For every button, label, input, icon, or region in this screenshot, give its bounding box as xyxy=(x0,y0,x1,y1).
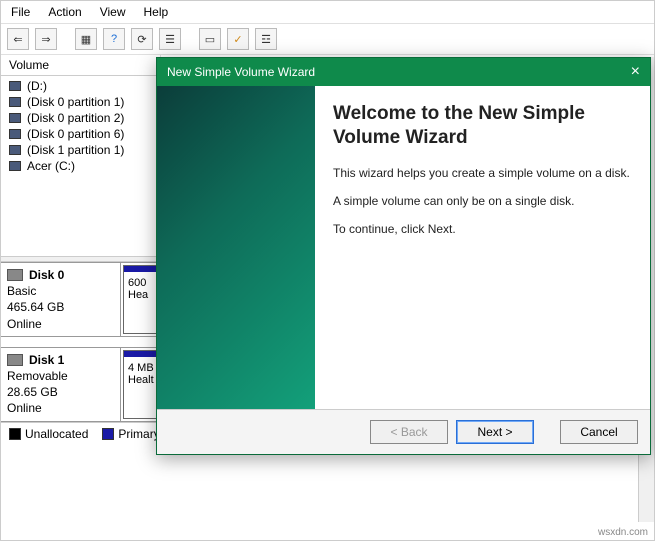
details-icon[interactable]: ☲ xyxy=(255,28,277,50)
toolbar: ⇐ ⇒ ▦ ? ⟳ ☰ ▭ ✓ ☲ xyxy=(1,23,654,55)
forward-button[interactable]: ⇒ xyxy=(35,28,57,50)
menu-help[interactable]: Help xyxy=(144,5,169,19)
next-button[interactable]: Next > xyxy=(456,420,534,444)
partition[interactable]: 4 MB Healt xyxy=(123,350,157,419)
disk-size: 28.65 GB xyxy=(7,384,114,400)
disk-type: Removable xyxy=(7,368,114,384)
disk-info: Disk 1 Removable 28.65 GB Online xyxy=(1,348,121,421)
volume-icon xyxy=(9,145,21,155)
watermark: wsxdn.com xyxy=(598,527,648,538)
menubar: File Action View Help xyxy=(1,1,654,23)
disk-icon xyxy=(7,269,23,281)
wizard-content: Welcome to the New Simple Volume Wizard … xyxy=(315,86,650,409)
wizard-titlebar[interactable]: New Simple Volume Wizard × xyxy=(157,58,650,86)
swatch-primary-icon xyxy=(102,428,114,440)
menu-file[interactable]: File xyxy=(11,5,30,19)
partition-size: 4 MB xyxy=(128,362,152,374)
partition[interactable]: 600 Hea xyxy=(123,265,159,334)
wizard-sidebar-image xyxy=(157,86,315,409)
back-button[interactable]: ⇐ xyxy=(7,28,29,50)
volume-icon xyxy=(9,113,21,123)
wizard-button-row: < Back Next > Cancel xyxy=(157,409,650,454)
volume-label: Acer (C:) xyxy=(27,159,75,173)
menu-action[interactable]: Action xyxy=(48,5,81,19)
disk-status: Online xyxy=(7,316,114,332)
volume-label: (Disk 0 partition 1) xyxy=(27,95,124,109)
back-button: < Back xyxy=(370,420,448,444)
disk-size: 465.64 GB xyxy=(7,299,114,315)
volume-icon xyxy=(9,161,21,171)
check-icon[interactable]: ✓ xyxy=(227,28,249,50)
list-view-icon[interactable]: ▭ xyxy=(199,28,221,50)
wizard-title: New Simple Volume Wizard xyxy=(167,65,315,79)
disk-type: Basic xyxy=(7,283,114,299)
wizard-text: To continue, click Next. xyxy=(333,222,632,236)
partition-label: Healt xyxy=(128,374,154,386)
menu-view[interactable]: View xyxy=(100,5,126,19)
properties-icon[interactable]: ☰ xyxy=(159,28,181,50)
cancel-button[interactable]: Cancel xyxy=(560,420,638,444)
legend-unallocated: Unallocated xyxy=(9,427,88,441)
wizard-body: Welcome to the New Simple Volume Wizard … xyxy=(157,86,650,409)
refresh-icon[interactable]: ⟳ xyxy=(131,28,153,50)
volume-label: (D:) xyxy=(27,79,47,93)
swatch-unallocated-icon xyxy=(9,428,21,440)
disk-icon xyxy=(7,354,23,366)
volume-label: (Disk 1 partition 1) xyxy=(27,143,124,157)
disk-name: Disk 1 xyxy=(29,352,64,368)
close-icon[interactable]: × xyxy=(631,64,640,80)
wizard-heading: Welcome to the New Simple Volume Wizard xyxy=(333,102,632,150)
help-icon[interactable]: ? xyxy=(103,28,125,50)
volume-label: (Disk 0 partition 2) xyxy=(27,111,124,125)
disk-status: Online xyxy=(7,400,114,416)
partition-size: 600 xyxy=(128,277,154,289)
new-simple-volume-wizard: New Simple Volume Wizard × Welcome to th… xyxy=(156,57,651,455)
volume-icon xyxy=(9,129,21,139)
volume-label: (Disk 0 partition 6) xyxy=(27,127,124,141)
wizard-text: A simple volume can only be on a single … xyxy=(333,194,632,208)
partition-label: Hea xyxy=(128,289,148,301)
volume-icon xyxy=(9,97,21,107)
disk-name: Disk 0 xyxy=(29,267,64,283)
volume-icon xyxy=(9,81,21,91)
wizard-text: This wizard helps you create a simple vo… xyxy=(333,166,632,180)
column-volume[interactable]: Volume xyxy=(1,55,161,75)
grid-icon[interactable]: ▦ xyxy=(75,28,97,50)
disk-info: Disk 0 Basic 465.64 GB Online xyxy=(1,263,121,336)
